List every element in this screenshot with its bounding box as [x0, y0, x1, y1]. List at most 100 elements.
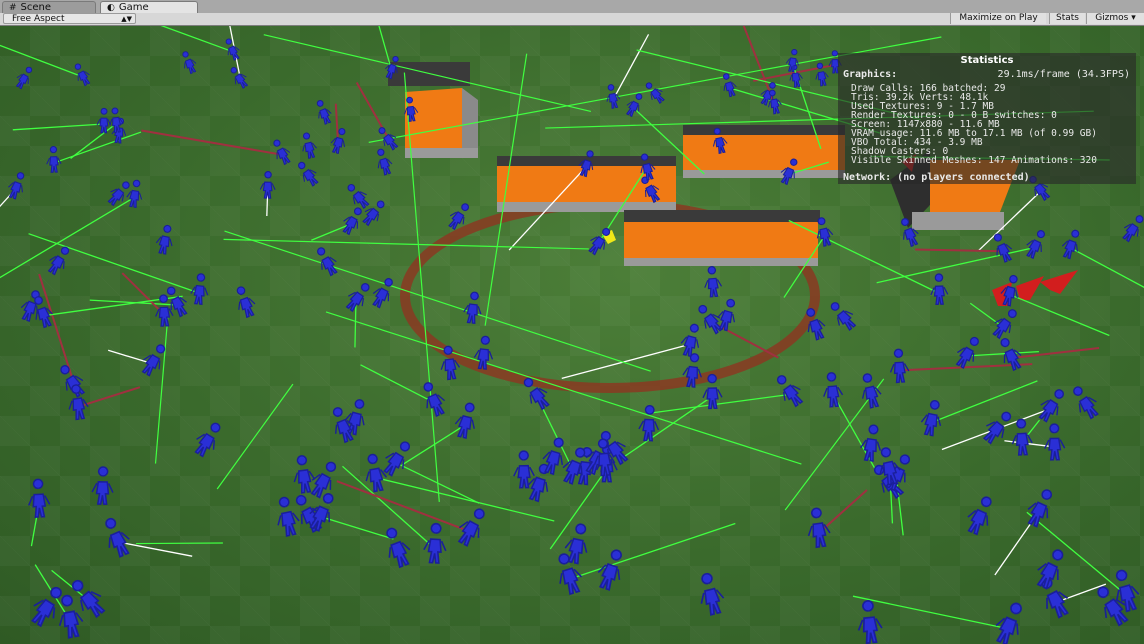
- agent-figure: [830, 302, 857, 332]
- debug-ray: [0, 44, 84, 78]
- agent-figure: [423, 382, 446, 418]
- agent-figure: [342, 207, 362, 236]
- agent-figure: [236, 286, 256, 319]
- debug-ray: [895, 476, 904, 536]
- agent-figure: [273, 139, 291, 166]
- game-view-toolbar: Free Aspect ▲▼ Maximize on Play Stats Gi…: [0, 13, 1144, 26]
- agent-figure: [1061, 229, 1080, 260]
- debug-ray: [0, 188, 17, 208]
- tab-game-label: Game: [118, 1, 149, 13]
- agent-figure: [992, 309, 1017, 340]
- editor-tab-bar: # Scene ◐ Game: [0, 0, 1144, 14]
- agent-figure: [638, 404, 660, 442]
- agent-figure: [423, 522, 447, 564]
- agent-figure: [889, 348, 910, 384]
- agent-figure: [347, 184, 370, 210]
- game-viewport[interactable]: Statistics Graphics: 29.1ms/frame (34.3F…: [0, 26, 1144, 644]
- agent-figure: [302, 132, 317, 159]
- agent-figure: [920, 400, 942, 437]
- agent-figure: [182, 51, 197, 75]
- agent-figure: [785, 48, 799, 73]
- agent-figure: [1027, 489, 1053, 528]
- tab-scene-label: Scene: [20, 1, 52, 13]
- debug-ray: [319, 515, 394, 540]
- agent-figure: [345, 283, 370, 313]
- agent-figure: [1122, 215, 1144, 243]
- agent-figure: [558, 553, 583, 596]
- agent-figure: [386, 527, 411, 569]
- debug-ray: [53, 131, 142, 164]
- agent-figure: [68, 384, 89, 421]
- debug-ray: [223, 238, 589, 250]
- agent-figure: [463, 291, 482, 325]
- pacman-icon: ◐: [107, 2, 115, 13]
- debug-ray: [78, 386, 141, 408]
- agent-figure: [861, 373, 882, 409]
- agent-figure: [27, 478, 51, 518]
- agent-figure: [700, 572, 725, 616]
- agent-figure: [383, 441, 410, 477]
- debug-ray: [160, 26, 234, 53]
- agent-figure: [259, 171, 276, 199]
- agent-figure: [645, 82, 665, 104]
- obstacle-pillar: [388, 62, 478, 158]
- agent-figure: [155, 224, 173, 255]
- agent-figure: [1073, 386, 1099, 420]
- grid-icon: #: [9, 2, 17, 13]
- network-status: Network: (no players connected): [843, 172, 1030, 183]
- agent-figure: [293, 455, 316, 494]
- tab-game[interactable]: ◐ Game: [100, 1, 198, 13]
- debug-ray: [549, 468, 608, 550]
- stat-skinned-meshes: Visible Skinned Meshes: 147 Animations: …: [851, 155, 1097, 166]
- agent-figure: [995, 602, 1022, 644]
- graphics-label: Graphics:: [843, 69, 898, 80]
- debug-ray: [107, 349, 153, 365]
- debug-ray: [360, 364, 436, 404]
- agent-figure: [860, 424, 882, 462]
- debug-ray: [1009, 293, 1110, 337]
- statistics-title: Statistics: [960, 55, 1014, 66]
- aspect-value: Free Aspect: [12, 14, 65, 24]
- agent-figure: [31, 586, 62, 628]
- agent-figure: [1026, 230, 1045, 260]
- agent-figure: [1011, 418, 1033, 456]
- debug-ray: [0, 196, 135, 279]
- debug-ray: [70, 122, 117, 159]
- gizmos-dropdown[interactable]: Gizmos ▾: [1086, 13, 1144, 24]
- agent-figure: [967, 496, 992, 536]
- debug-ray: [118, 541, 193, 557]
- debug-ray: [136, 542, 223, 545]
- agent-figure: [930, 273, 949, 306]
- agent-figure: [310, 461, 337, 499]
- obstacle-wall-front: [624, 210, 820, 266]
- agent-figure: [955, 336, 979, 369]
- debug-ray: [12, 123, 104, 131]
- agent-figure: [378, 127, 399, 151]
- agent-figure: [807, 507, 831, 549]
- aspect-dropdown[interactable]: Free Aspect ▲▼: [3, 13, 136, 24]
- agent-figure: [330, 128, 346, 155]
- frame-time: 29.1ms/frame (34.3FPS): [997, 69, 1130, 80]
- tab-scene[interactable]: # Scene: [2, 1, 96, 13]
- gizmos-label: Gizmos: [1095, 13, 1129, 23]
- agent-figure: [15, 66, 33, 90]
- agent-figure: [777, 375, 804, 408]
- agent-figure: [46, 145, 62, 173]
- agent-figure: [190, 273, 209, 305]
- debug-ray: [624, 395, 713, 458]
- debug-ray: [915, 248, 1004, 253]
- debug-ray: [325, 311, 802, 465]
- statistics-panel: Statistics Graphics: 29.1ms/frame (34.3F…: [838, 53, 1136, 184]
- debug-ray: [969, 302, 1004, 328]
- agent-figure: [704, 266, 723, 298]
- debug-ray: [154, 316, 169, 464]
- agent-figure: [454, 402, 475, 440]
- debug-ray: [216, 383, 294, 490]
- debug-ray: [648, 393, 793, 415]
- agent-figure: [857, 600, 883, 644]
- agent-figure: [680, 323, 700, 358]
- debug-ray: [1069, 247, 1144, 288]
- obstacle-wall-top: [683, 125, 845, 178]
- stats-toggle[interactable]: Stats: [1049, 13, 1085, 24]
- maximize-on-play-toggle[interactable]: Maximize on Play: [950, 13, 1046, 24]
